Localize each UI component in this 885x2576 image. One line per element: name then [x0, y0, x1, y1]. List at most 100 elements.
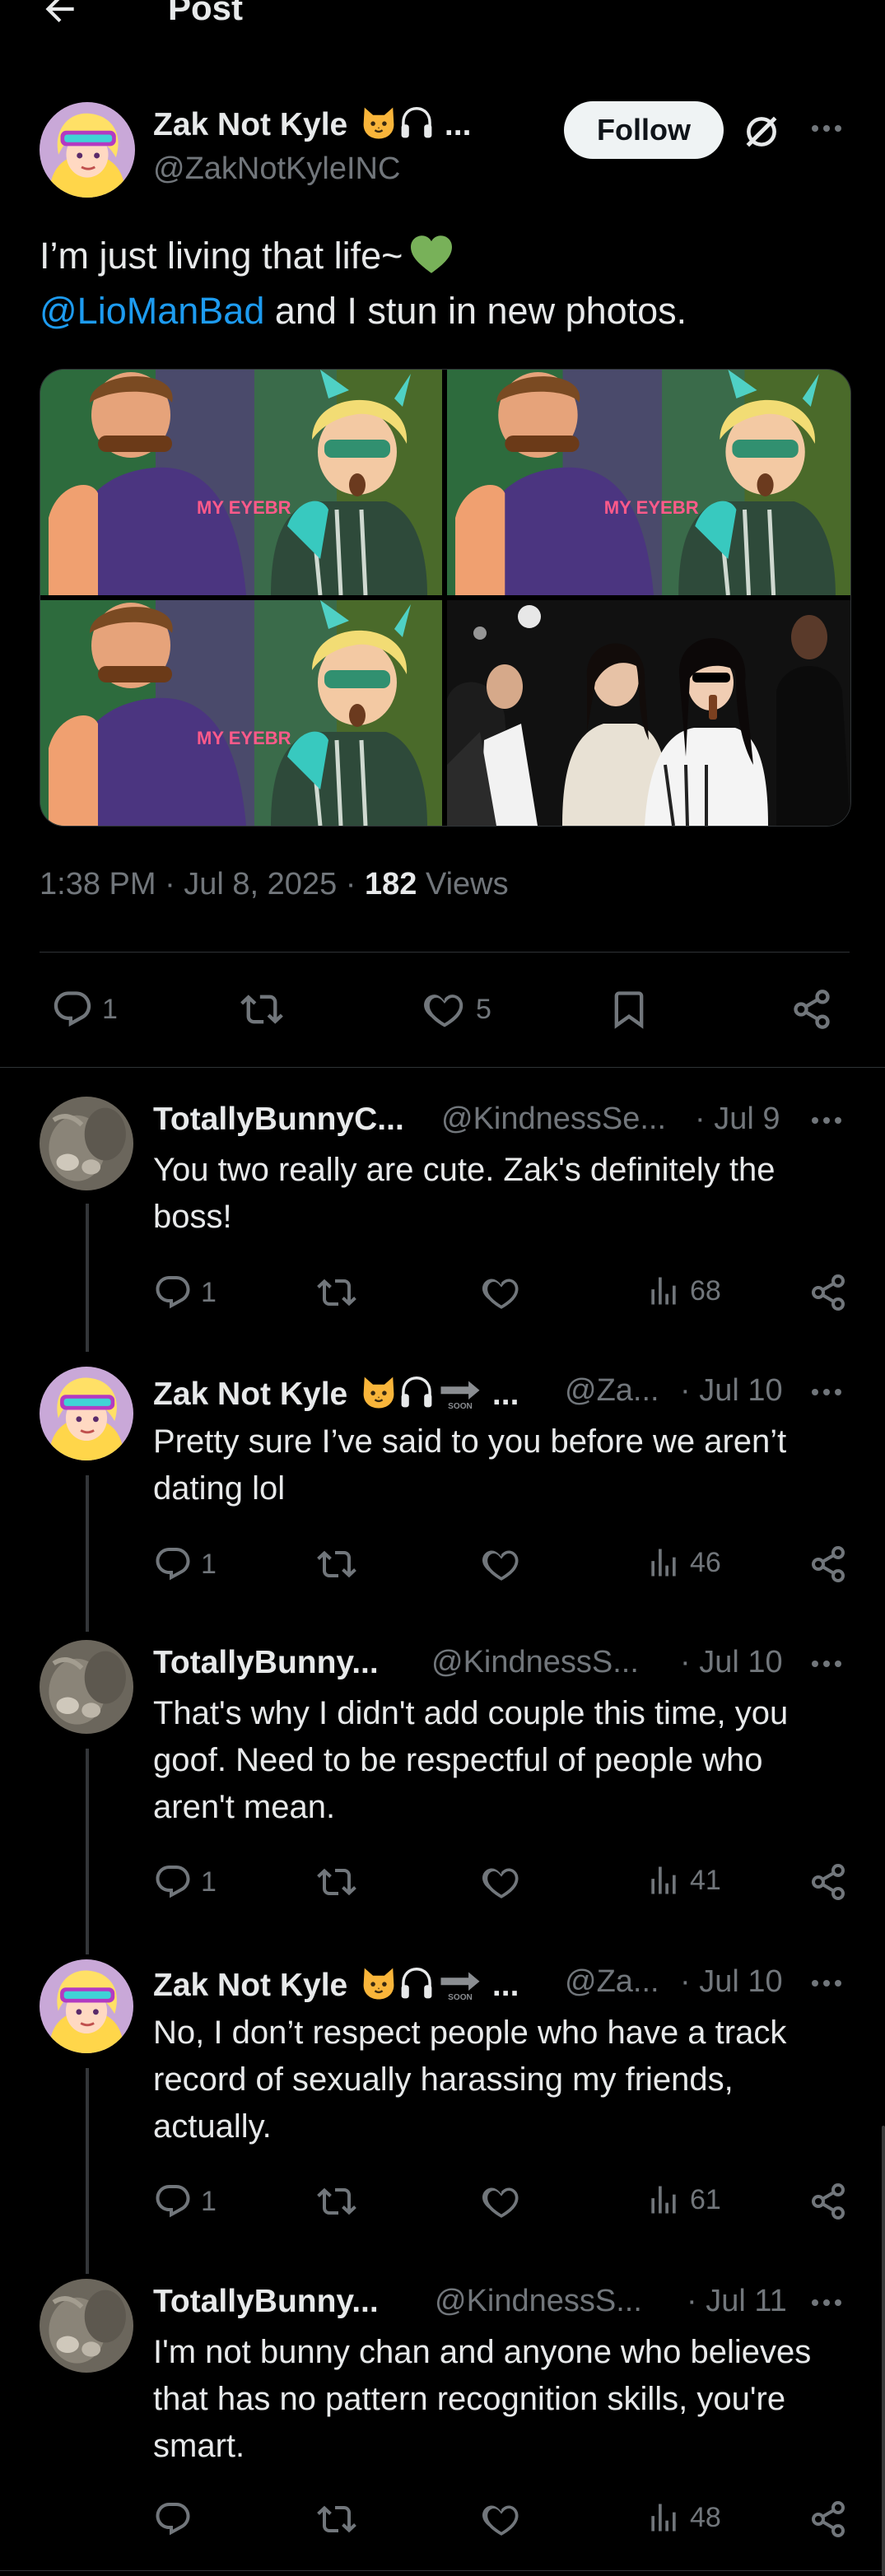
share-icon[interactable] [808, 1544, 848, 1584]
divider [0, 2570, 885, 2571]
reply-button[interactable]: 1 [153, 1544, 217, 1584]
retweet-icon[interactable] [316, 2182, 357, 2221]
heart-icon[interactable] [481, 1544, 522, 1584]
author-handle[interactable]: @ZakNotKyleINC [153, 151, 400, 187]
page-title: Post [168, 0, 244, 27]
reply-button[interactable]: 1 [153, 1273, 217, 1312]
retweet-icon[interactable] [316, 1862, 357, 1902]
more-options-icon[interactable] [809, 1976, 850, 1992]
like-button[interactable]: 5 [422, 988, 491, 1031]
reply-date[interactable]: · Jul 10 [680, 1373, 783, 1409]
more-options-icon[interactable] [809, 2295, 850, 2312]
reply-author-name[interactable]: Zak Not Kyle ... [153, 1373, 519, 1413]
author-name[interactable]: Zak Not Kyle ... [153, 104, 471, 143]
views-icon [645, 2499, 682, 2536]
bookmark-button[interactable] [608, 988, 650, 1031]
views-button[interactable]: 46 [645, 1544, 721, 1581]
reply-date[interactable]: · Jul 9 [695, 1102, 780, 1137]
soon-arrow-emoji-icon [437, 1373, 483, 1411]
retweet-icon [239, 988, 285, 1031]
views-button[interactable]: 48 [645, 2499, 721, 2536]
cat-emoji-icon [360, 1373, 398, 1411]
name-ellipsis: ... [444, 107, 472, 142]
reply-author-name[interactable]: TotallyBunny... [153, 2284, 379, 2320]
avatar[interactable] [40, 2279, 133, 2373]
reply-handle[interactable]: @KindnessS... [431, 1645, 639, 1680]
reply-icon [153, 1544, 193, 1584]
views-button[interactable]: 68 [645, 1273, 721, 1309]
media-image-2[interactable] [447, 370, 850, 595]
share-icon[interactable] [808, 1862, 848, 1902]
reply-button[interactable] [153, 2499, 201, 2539]
reply-icon [153, 1862, 193, 1902]
views-icon [645, 1862, 682, 1898]
reply-handle[interactable]: @Za... [565, 1964, 659, 2000]
heart-icon[interactable] [481, 1273, 522, 1312]
heart-icon [422, 988, 468, 1031]
views-button[interactable]: 61 [645, 2182, 721, 2218]
headphones-emoji-icon [398, 1964, 436, 2002]
views-icon [645, 2182, 682, 2218]
retweet-icon[interactable] [316, 1544, 357, 1584]
heart-icon[interactable] [481, 2182, 522, 2221]
reply-author-name[interactable]: Zak Not Kyle ... [153, 1964, 519, 2004]
reply-handle[interactable]: @KindnessSe... [441, 1102, 666, 1137]
share-icon [790, 988, 833, 1031]
more-options-icon[interactable] [809, 1385, 850, 1401]
reply-date[interactable]: · Jul 11 [687, 2284, 787, 2319]
share-icon[interactable] [808, 2182, 848, 2221]
mention-link[interactable]: @LioManBad [40, 290, 264, 332]
reply-handle[interactable]: @KindnessS... [435, 2284, 642, 2319]
avatar[interactable] [40, 1959, 133, 2053]
share-button[interactable] [790, 988, 833, 1031]
reply-button[interactable]: 1 [153, 2182, 217, 2221]
reply-icon [153, 2182, 193, 2221]
avatar[interactable] [40, 1367, 133, 1460]
avatar[interactable] [40, 102, 135, 198]
reply-date[interactable]: · Jul 10 [680, 1964, 783, 2000]
heart-icon[interactable] [481, 1862, 522, 1902]
reply-button[interactable]: 1 [153, 1862, 217, 1902]
follow-button[interactable]: Follow [564, 101, 724, 159]
views-button[interactable]: 41 [645, 1862, 721, 1898]
share-icon[interactable] [808, 1273, 848, 1312]
reply-date[interactable]: · Jul 10 [680, 1645, 783, 1680]
thread-line [86, 1749, 89, 1954]
post-timestamp: 1:38 PM · Jul 8, 2025 · 182 Views [40, 867, 509, 901]
reply-icon [51, 988, 94, 1031]
grok-icon[interactable] [741, 111, 782, 152]
reply-text: That's why I didn't add couple this time… [153, 1695, 789, 1825]
retweet-button[interactable] [239, 988, 285, 1031]
reply-author-name[interactable]: TotallyBunny... [153, 1645, 379, 1681]
reply-author-name[interactable]: TotallyBunnyC... [153, 1102, 404, 1138]
post-text: I’m just living that life~ @LioManBad an… [40, 235, 687, 332]
bookmark-icon [608, 988, 650, 1031]
media-image-3[interactable] [40, 600, 442, 826]
soon-arrow-emoji-icon [437, 1964, 483, 2002]
reply-handle[interactable]: @Za... [565, 1373, 659, 1409]
more-options-icon[interactable] [809, 1656, 850, 1673]
avatar[interactable] [40, 1097, 133, 1190]
media-image-4[interactable] [447, 600, 850, 826]
retweet-icon[interactable] [316, 2499, 357, 2539]
views-icon [645, 1273, 682, 1309]
back-arrow-icon[interactable] [40, 0, 81, 30]
scrollbar[interactable] [882, 2126, 885, 2576]
divider [0, 1067, 885, 1068]
avatar[interactable] [40, 1640, 133, 1734]
more-options-icon[interactable] [809, 121, 850, 137]
green-heart-emoji-icon [411, 235, 453, 273]
reply-icon [153, 2499, 193, 2539]
retweet-icon[interactable] [316, 1273, 357, 1312]
heart-icon[interactable] [481, 2499, 522, 2539]
more-options-icon[interactable] [809, 1113, 850, 1130]
cat-emoji-icon [360, 1964, 398, 2002]
reply-icon [153, 1273, 193, 1312]
share-icon[interactable] [808, 2499, 848, 2539]
top-bar: Post [0, 0, 885, 46]
reply-button[interactable]: 1 [51, 988, 118, 1031]
media-image-1[interactable] [40, 370, 442, 595]
reply-text: I'm not bunny chan and anyone who believ… [153, 2334, 812, 2464]
reply-text: Pretty sure I’ve said to you before we a… [153, 1423, 787, 1507]
headphones-emoji-icon [398, 104, 436, 142]
